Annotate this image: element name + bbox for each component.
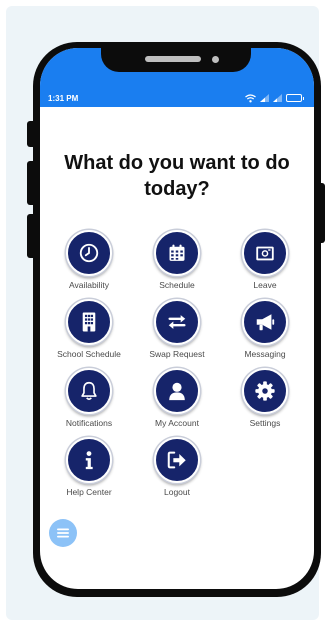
menu-item-label: Leave	[253, 280, 277, 290]
camera-icon	[242, 230, 288, 276]
menu-item-label: My Account	[155, 418, 199, 428]
building-icon	[66, 299, 112, 345]
menu-item-label: Settings	[249, 418, 281, 428]
menu-item-settings[interactable]: Settings	[220, 368, 310, 428]
user-icon	[154, 368, 200, 414]
page-title: What do you want to do today?	[64, 152, 290, 200]
menu-item-help-center[interactable]: Help Center	[44, 437, 134, 497]
gear-icon	[242, 368, 288, 414]
wifi-icon	[245, 93, 256, 102]
signal-icon	[260, 94, 269, 102]
menu-item-label: Logout	[164, 487, 190, 497]
megaphone-icon	[242, 299, 288, 345]
bell-icon	[66, 368, 112, 414]
menu-item-logout[interactable]: Logout	[132, 437, 222, 497]
menu-icon	[57, 528, 69, 538]
status-icons	[245, 93, 304, 103]
calendar-icon	[154, 230, 200, 276]
menu-item-messaging[interactable]: Messaging	[220, 299, 310, 359]
status-time: 1:31 PM	[48, 94, 79, 103]
menu-item-label: Swap Request	[149, 349, 205, 359]
swap-arrows-icon	[154, 299, 200, 345]
menu-item-label: Availability	[68, 280, 109, 290]
menu-item-availability[interactable]: Availability	[44, 230, 134, 290]
menu-item-label: Schedule	[159, 280, 195, 290]
logout-icon	[154, 437, 200, 483]
phone-speaker	[145, 56, 201, 62]
menu-item-swap-request[interactable]: Swap Request	[132, 299, 222, 359]
menu-item-my-account[interactable]: My Account	[132, 368, 222, 428]
menu-item-school-schedule[interactable]: School Schedule	[44, 299, 134, 359]
menu-grid: Availability Schedule Leave School Sched…	[40, 230, 314, 510]
signal-icon	[273, 94, 282, 102]
clock-icon	[66, 230, 112, 276]
phone-camera	[212, 56, 219, 63]
menu-fab-button[interactable]	[49, 519, 77, 547]
menu-item-notifications[interactable]: Notifications	[44, 368, 134, 428]
menu-item-label: School Schedule	[57, 349, 121, 359]
menu-item-label: Notifications	[65, 418, 113, 428]
info-icon	[66, 437, 112, 483]
menu-item-label: Help Center	[66, 487, 112, 497]
menu-item-label: Messaging	[244, 349, 286, 359]
battery-icon	[286, 94, 304, 102]
menu-item-leave[interactable]: Leave	[220, 230, 310, 290]
menu-item-schedule[interactable]: Schedule	[132, 230, 222, 290]
